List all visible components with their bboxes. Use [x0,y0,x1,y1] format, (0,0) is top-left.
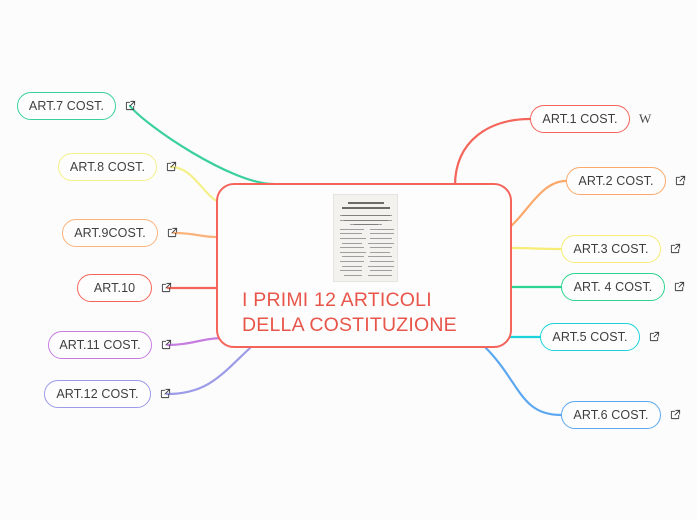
external-link-icon[interactable] [674,281,685,292]
mindmap-node-label: ART.6 COST. [573,408,649,422]
mindmap-node-label: ART.3 COST. [573,242,649,256]
edge-art6 [483,345,563,417]
mindmap-node-art4[interactable]: ART. 4 COST. [561,273,665,301]
external-link-icon[interactable] [649,331,660,342]
external-link-icon[interactable] [161,339,172,350]
mindmap-node-label: ART.12 COST. [56,387,139,401]
mindmap-node-label: ART.10 [93,281,136,295]
edge-art1 [453,117,532,188]
central-node[interactable]: I PRIMI 12 ARTICOLI DELLA COSTITUZIONE [216,183,512,348]
edge-art3 [510,246,563,251]
page-title: I PRIMI 12 ARTICOLI DELLA COSTITUZIONE [242,288,500,338]
external-link-icon[interactable] [167,227,178,238]
external-link-icon[interactable] [675,175,686,186]
mindmap-node-art8[interactable]: ART.8 COST. [58,153,157,181]
mindmap-node-art12[interactable]: ART.12 COST. [44,380,151,408]
page-title-line-2: DELLA COSTITUZIONE [242,314,457,336]
mindmap-node-art1[interactable]: ART.1 COST. [530,105,630,133]
mindmap-node-label: ART.8 COST. [69,160,146,174]
edge-art9 [172,231,218,239]
external-link-icon[interactable] [670,243,681,254]
edge-art12 [165,346,252,396]
mindmap-node-art5[interactable]: ART.5 COST. [540,323,640,351]
page-title-line-1: I PRIMI 12 ARTICOLI [242,289,432,311]
mindmap-node-art10[interactable]: ART.10 [77,274,152,302]
mindmap-canvas: I PRIMI 12 ARTICOLI DELLA COSTITUZIONE A… [0,0,697,520]
mindmap-node-label: ART.9COST. [74,226,146,240]
mindmap-node-label: ART.2 COST. [578,174,654,188]
mindmap-node-art7[interactable]: ART.7 COST. [17,92,116,120]
external-link-icon[interactable] [160,388,171,399]
mindmap-node-label: ART.11 COST. [59,338,141,352]
external-link-icon[interactable] [125,100,136,111]
edge-art11 [166,336,224,347]
mindmap-node-label: ART.1 COST. [542,112,618,126]
mindmap-node-art6[interactable]: ART.6 COST. [561,401,661,429]
mindmap-node-art3[interactable]: ART.3 COST. [561,235,661,263]
mindmap-node-label: ART. 4 COST. [573,280,653,294]
mindmap-node-art11[interactable]: ART.11 COST. [48,331,152,359]
external-link-icon[interactable] [166,161,177,172]
mindmap-node-label: ART.7 COST. [28,99,105,113]
costituzione-document-thumbnail[interactable] [333,194,398,282]
mindmap-node-label: ART.5 COST. [552,330,628,344]
external-link-icon[interactable] [670,409,681,420]
wikipedia-icon[interactable]: W [639,112,651,125]
mindmap-node-art9[interactable]: ART.9COST. [62,219,158,247]
external-link-icon[interactable] [161,282,172,293]
mindmap-node-art2[interactable]: ART.2 COST. [566,167,666,195]
